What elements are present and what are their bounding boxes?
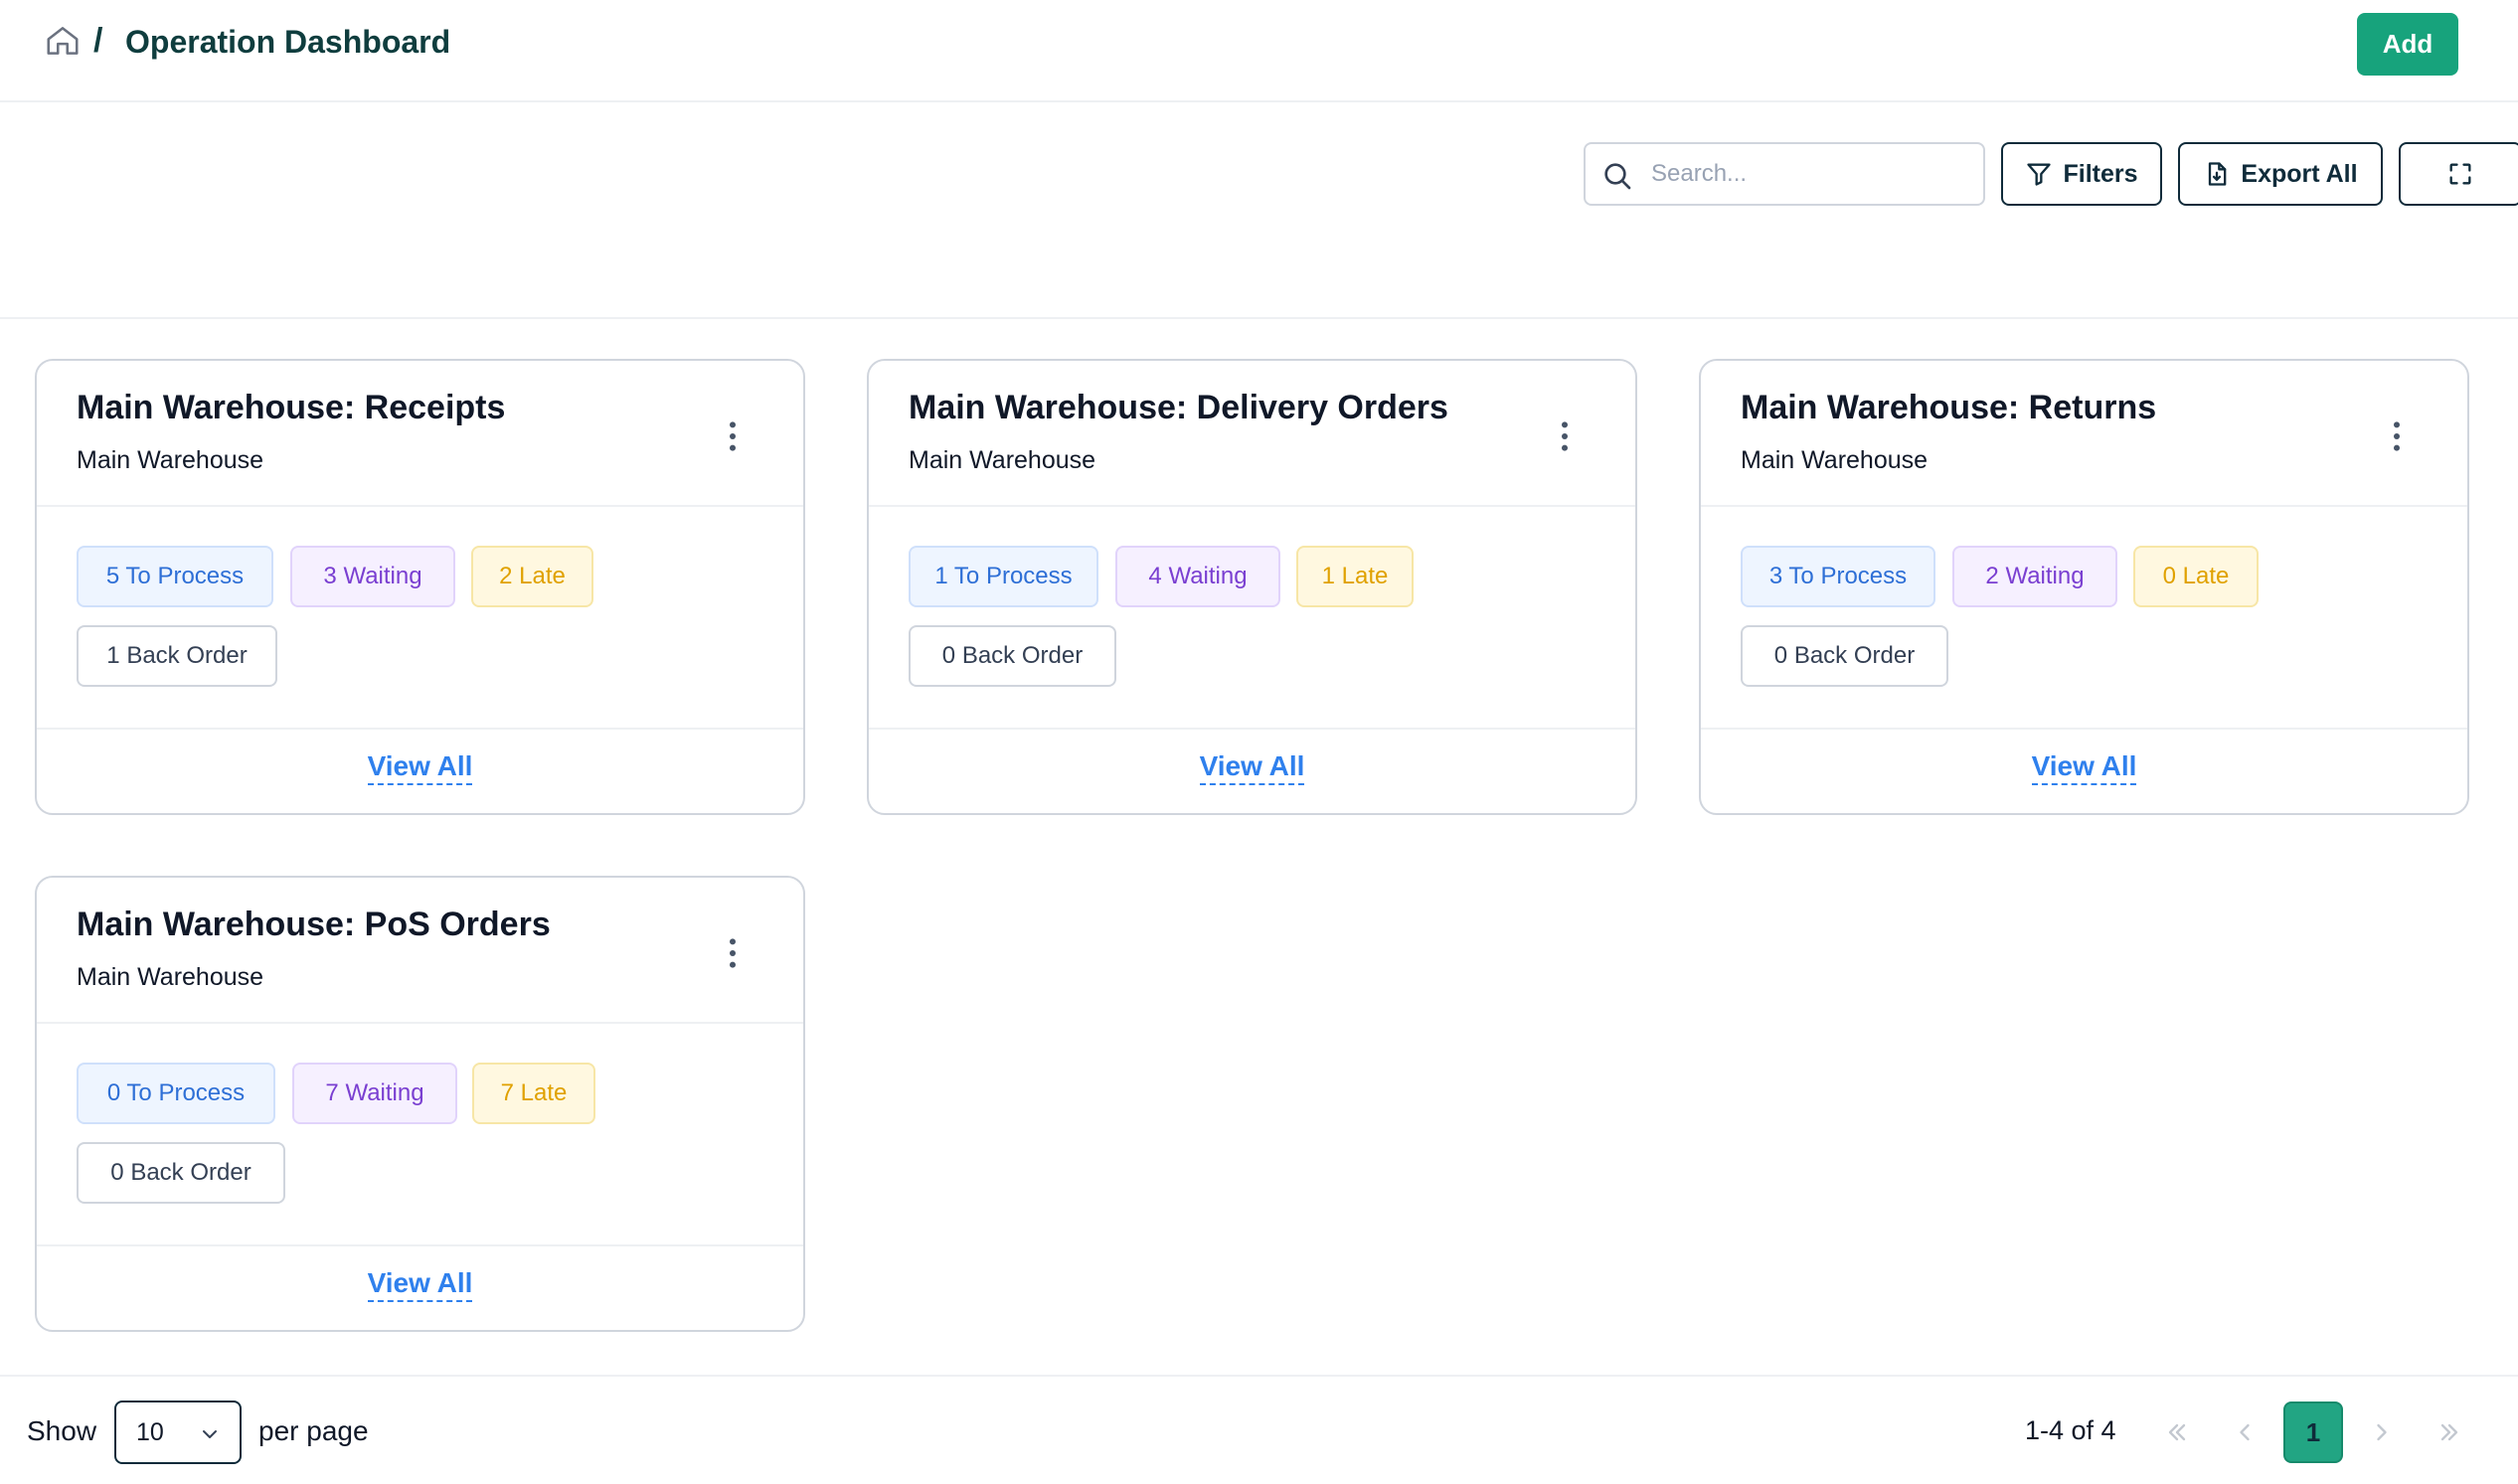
add-button[interactable]: Add	[2357, 13, 2458, 76]
page-size-value: 10	[136, 1418, 164, 1446]
late-badge[interactable]: 7 Late	[472, 1063, 595, 1124]
chevron-down-icon	[203, 1430, 217, 1438]
waiting-badge[interactable]: 7 Waiting	[292, 1063, 457, 1124]
back-order-badge[interactable]: 0 Back Order	[1741, 625, 1948, 687]
view-all-link[interactable]: View All	[1199, 750, 1305, 785]
view-all-link[interactable]: View All	[2031, 750, 2137, 785]
to-process-badge[interactable]: 5 To Process	[77, 546, 273, 607]
to-process-badge[interactable]: 1 To Process	[909, 546, 1098, 607]
per-page-label: per page	[258, 1415, 369, 1446]
more-vertical-icon[interactable]	[1545, 416, 1585, 456]
show-label: Show	[27, 1415, 97, 1446]
filters-label: Filters	[2063, 159, 2138, 188]
card-subtitle: Main Warehouse	[909, 446, 1096, 474]
card-subtitle: Main Warehouse	[1741, 446, 1929, 474]
previous-page-button[interactable]	[2215, 1402, 2274, 1463]
to-process-badge[interactable]: 0 To Process	[77, 1063, 275, 1124]
late-badge[interactable]: 2 Late	[471, 546, 593, 607]
chevrons-left-icon	[2168, 1423, 2186, 1441]
card-title: Main Warehouse: Returns	[1741, 389, 2157, 426]
search-icon	[1604, 163, 1631, 190]
more-vertical-icon[interactable]	[713, 416, 753, 456]
back-order-badge[interactable]: 1 Back Order	[77, 625, 277, 687]
page-title: Operation Dashboard	[125, 24, 451, 60]
pagination-range: 1-4 of 4	[2025, 1415, 2116, 1445]
toolbar-divider	[0, 317, 2518, 319]
chevrons-right-icon	[2440, 1423, 2458, 1441]
operation-card-delivery-orders: Main Warehouse: Delivery Orders Main War…	[867, 359, 1637, 815]
card-title: Main Warehouse: Delivery Orders	[909, 389, 1448, 426]
footer-divider	[0, 1375, 2518, 1377]
top-bar: / Operation Dashboard Add	[0, 0, 2518, 102]
card-divider	[37, 1022, 803, 1024]
operation-card-pos-orders: Main Warehouse: PoS Orders Main Warehous…	[35, 876, 805, 1332]
more-vertical-icon[interactable]	[2377, 416, 2417, 456]
page-size-select[interactable]: 10	[114, 1401, 242, 1464]
filter-icon	[2027, 163, 2052, 186]
late-badge[interactable]: 0 Late	[2133, 546, 2259, 607]
back-order-badge[interactable]: 0 Back Order	[77, 1142, 285, 1204]
card-divider	[869, 728, 1635, 730]
card-title: Main Warehouse: Receipts	[77, 389, 506, 426]
card-divider	[1701, 728, 2467, 730]
more-vertical-icon[interactable]	[713, 933, 753, 973]
card-subtitle: Main Warehouse	[77, 963, 264, 991]
card-subtitle: Main Warehouse	[77, 446, 264, 474]
late-badge[interactable]: 1 Late	[1296, 546, 1414, 607]
to-process-badge[interactable]: 3 To Process	[1741, 546, 1935, 607]
card-divider	[1701, 505, 2467, 507]
export-all-label: Export All	[2241, 159, 2358, 188]
view-all-link[interactable]: View All	[367, 750, 473, 785]
fullscreen-button[interactable]	[2399, 142, 2518, 206]
card-divider	[37, 1244, 803, 1246]
last-page-button[interactable]	[2420, 1402, 2479, 1463]
home-icon[interactable]	[44, 22, 82, 60]
operation-card-returns: Main Warehouse: Returns Main Warehouse 3…	[1699, 359, 2469, 815]
search-box[interactable]	[1584, 142, 1985, 206]
export-icon	[2209, 162, 2227, 186]
chevron-left-icon	[2240, 1423, 2250, 1441]
breadcrumb-separator: /	[93, 22, 103, 60]
waiting-badge[interactable]: 2 Waiting	[1952, 546, 2117, 607]
chevron-right-icon	[2377, 1423, 2387, 1441]
first-page-button[interactable]	[2147, 1402, 2207, 1463]
back-order-badge[interactable]: 0 Back Order	[909, 625, 1116, 687]
card-divider	[37, 505, 803, 507]
card-title: Main Warehouse: PoS Orders	[77, 906, 551, 943]
search-input[interactable]	[1651, 154, 1969, 194]
fullscreen-icon	[2449, 163, 2471, 185]
filters-button[interactable]: Filters	[2001, 142, 2162, 206]
card-divider	[37, 728, 803, 730]
current-page-button[interactable]: 1	[2283, 1402, 2343, 1463]
waiting-badge[interactable]: 4 Waiting	[1115, 546, 1280, 607]
export-all-button[interactable]: Export All	[2178, 142, 2383, 206]
card-divider	[869, 505, 1635, 507]
next-page-button[interactable]	[2352, 1402, 2412, 1463]
operation-card-receipts: Main Warehouse: Receipts Main Warehouse …	[35, 359, 805, 815]
view-all-link[interactable]: View All	[367, 1267, 473, 1302]
waiting-badge[interactable]: 3 Waiting	[290, 546, 455, 607]
